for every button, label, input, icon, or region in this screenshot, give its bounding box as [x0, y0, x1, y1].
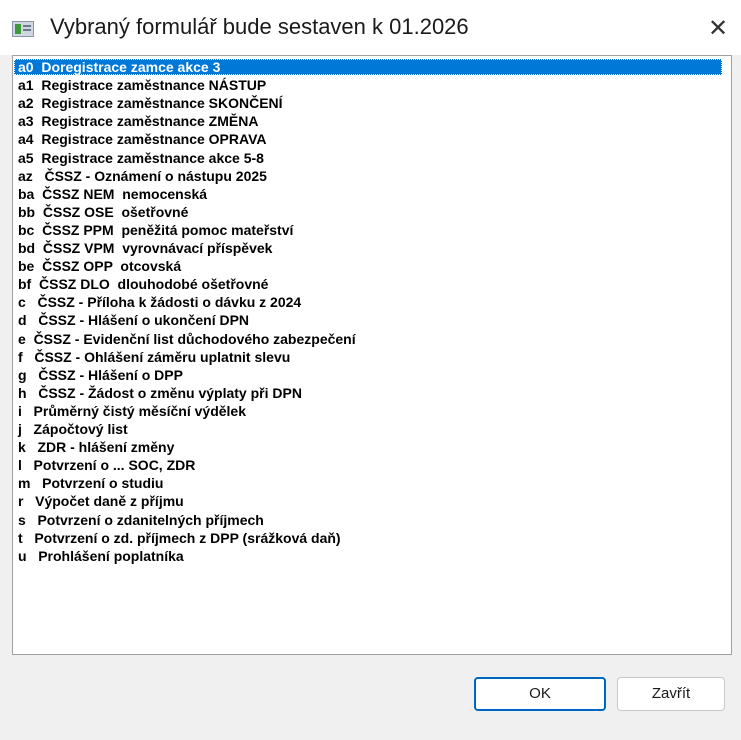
list-item[interactable]: a3 Registrace zaměstnance ZMĚNA [14, 113, 722, 129]
title-bar[interactable]: Vybraný formulář bude sestaven k 01.2026… [0, 0, 741, 55]
ok-button[interactable]: OK [474, 677, 606, 711]
window-title: Vybraný formulář bude sestaven k 01.2026 [50, 14, 469, 39]
list-item[interactable]: bb ČSSZ OSE ošetřovné [14, 204, 722, 220]
list-item[interactable]: u Prohlášení poplatníka [14, 548, 722, 564]
list-item[interactable]: a4 Registrace zaměstnance OPRAVA [14, 131, 722, 147]
list-item[interactable]: a5 Registrace zaměstnance akce 5-8 [14, 150, 722, 166]
list-item[interactable]: h ČSSZ - Žádost o změnu výplaty při DPN [14, 385, 722, 401]
list-item[interactable]: s Potvrzení o zdanitelných příjmech [14, 512, 722, 528]
app-window-icon [12, 21, 34, 37]
form-list[interactable]: a0 Doregistrace zamce akce 3 a1 Registrac… [12, 55, 732, 655]
list-item[interactable]: az ČSSZ - Oznámení o nástupu 2025 [14, 168, 722, 184]
list-item[interactable]: t Potvrzení o zd. příjmech z DPP (srážko… [14, 530, 722, 546]
list-item[interactable]: g ČSSZ - Hlášení o DPP [14, 367, 722, 383]
list-item[interactable]: l Potvrzení o ... SOC, ZDR [14, 457, 722, 473]
close-icon[interactable]: ✕ [695, 8, 741, 50]
list-item[interactable]: k ZDR - hlášení změny [14, 439, 722, 455]
list-item[interactable]: bd ČSSZ VPM vyrovnávací příspěvek [14, 240, 722, 256]
list-item[interactable]: ba ČSSZ NEM nemocenská [14, 186, 722, 202]
list-item[interactable]: be ČSSZ OPP otcovská [14, 258, 722, 274]
list-item[interactable]: f ČSSZ - Ohlášení záměru uplatnit slevu [14, 349, 722, 365]
list-item[interactable]: bc ČSSZ PPM peněžitá pomoc mateřství [14, 222, 722, 238]
list-item[interactable]: a1 Registrace zaměstnance NÁSTUP [14, 77, 722, 93]
list-item[interactable]: i Průměrný čistý měsíční výdělek [14, 403, 722, 419]
list-item[interactable]: c ČSSZ - Příloha k žádosti o dávku z 202… [14, 294, 722, 310]
list-item[interactable]: d ČSSZ - Hlášení o ukončení DPN [14, 312, 722, 328]
list-item[interactable]: r Výpočet daně z příjmu [14, 493, 722, 509]
list-item[interactable]: bf ČSSZ DLO dlouhodobé ošetřovné [14, 276, 722, 292]
list-item[interactable]: j Zápočtový list [14, 421, 722, 437]
list-item[interactable]: e ČSSZ - Evidenční list důchodového zabe… [14, 331, 722, 347]
list-item[interactable]: m Potvrzení o studiu [14, 475, 722, 491]
form-selection-dialog: Vybraný formulář bude sestaven k 01.2026… [0, 0, 741, 740]
list-item[interactable]: a0 Doregistrace zamce akce 3 [14, 59, 722, 75]
close-button[interactable]: Zavřít [617, 677, 725, 711]
list-item[interactable]: a2 Registrace zaměstnance SKONČENÍ [14, 95, 722, 111]
